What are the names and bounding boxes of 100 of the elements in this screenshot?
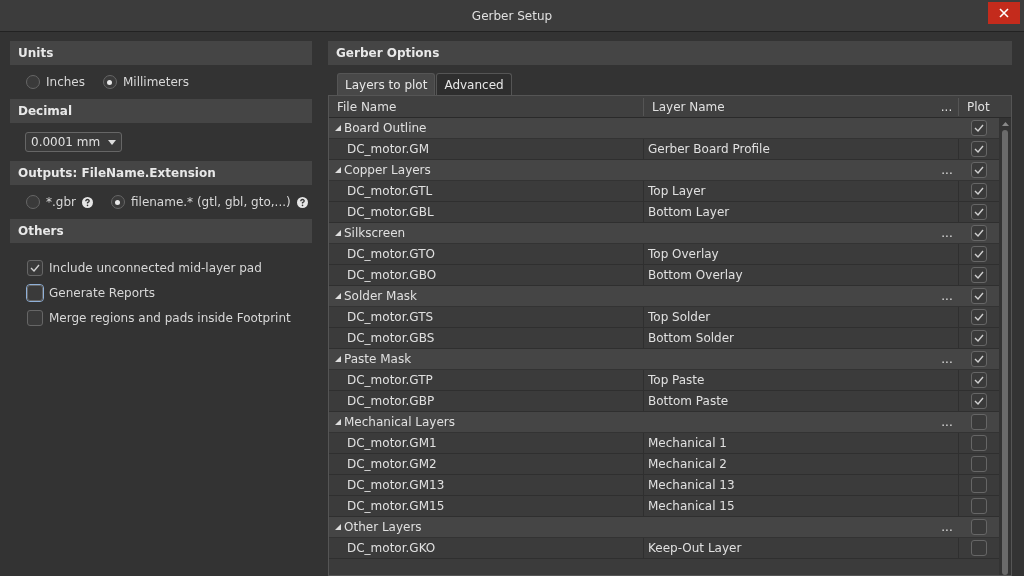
group-row[interactable]: Solder Mask ... bbox=[329, 286, 999, 307]
tab[interactable]: Layers to plot bbox=[337, 73, 436, 95]
layer-name-cell: Mechanical 13 bbox=[644, 475, 959, 495]
group-row[interactable]: Paste Mask ... bbox=[329, 349, 999, 370]
layer-name-cell: Mechanical 15 bbox=[644, 496, 959, 516]
scroll-thumb[interactable] bbox=[1002, 130, 1008, 575]
help-icon[interactable] bbox=[296, 196, 308, 208]
group-row[interactable]: Other Layers ... bbox=[329, 517, 999, 538]
group-name: Solder Mask bbox=[344, 288, 417, 305]
checkbox[interactable] bbox=[971, 309, 987, 325]
layer-name-cell: Top Layer bbox=[644, 181, 959, 201]
expand-icon[interactable] bbox=[335, 125, 341, 131]
checkbox[interactable] bbox=[27, 310, 43, 326]
group-row[interactable]: Mechanical Layers ... bbox=[329, 412, 999, 433]
checkbox[interactable] bbox=[971, 225, 987, 241]
section-header: Decimal bbox=[10, 99, 312, 123]
checkmark-icon bbox=[974, 145, 984, 153]
checkbox[interactable] bbox=[971, 267, 987, 283]
radio-button[interactable] bbox=[111, 195, 125, 209]
layer-name-cell: Bottom Layer bbox=[644, 202, 959, 222]
column-header[interactable]: Plot bbox=[959, 97, 1011, 116]
layer-name-cell: Gerber Board Profile bbox=[644, 139, 959, 159]
group-name: Mechanical Layers bbox=[344, 414, 456, 431]
radio-button[interactable] bbox=[26, 75, 40, 89]
checkbox[interactable] bbox=[27, 260, 43, 276]
group-row[interactable]: Copper Layers ... bbox=[329, 160, 999, 181]
file-name-cell: DC_motor.GBL bbox=[329, 202, 644, 222]
checkmark-icon bbox=[974, 250, 984, 258]
checkbox[interactable] bbox=[971, 246, 987, 262]
file-name-cell: DC_motor.GM2 bbox=[329, 454, 644, 474]
help-icon[interactable] bbox=[82, 196, 93, 208]
file-name-cell: DC_motor.GM1 bbox=[329, 433, 644, 453]
layer-name-cell: Top Overlay bbox=[644, 244, 959, 264]
caret-icon bbox=[108, 139, 117, 145]
checkmark-icon bbox=[974, 334, 984, 342]
checkbox[interactable] bbox=[971, 162, 987, 178]
group-row[interactable]: Board Outline bbox=[329, 118, 999, 139]
checkmark-icon bbox=[974, 355, 984, 363]
checkmark-icon bbox=[974, 397, 984, 405]
checkmark-icon bbox=[974, 271, 984, 279]
file-name-cell: DC_motor.GM bbox=[329, 139, 644, 159]
expand-icon[interactable] bbox=[335, 167, 341, 173]
radio-label: filename.* (gtl, gbl, gto,...) bbox=[131, 194, 291, 211]
file-name-cell: DC_motor.GTO bbox=[329, 244, 644, 264]
close-button[interactable] bbox=[988, 2, 1020, 24]
checkbox[interactable] bbox=[971, 183, 987, 199]
more-button[interactable]: ... bbox=[941, 520, 953, 534]
checkbox[interactable] bbox=[971, 372, 987, 388]
layer-name-cell: Bottom Solder bbox=[644, 328, 959, 348]
checkmark-icon bbox=[30, 264, 40, 272]
expand-icon[interactable] bbox=[335, 293, 341, 299]
more-button[interactable]: ... bbox=[941, 415, 953, 429]
column-header[interactable]: Layer Name bbox=[644, 97, 935, 116]
checkmark-icon bbox=[974, 166, 984, 174]
scroll-up-icon[interactable] bbox=[1001, 122, 1009, 126]
column-header[interactable]: File Name bbox=[329, 97, 644, 116]
checkbox[interactable] bbox=[971, 456, 987, 472]
expand-icon[interactable] bbox=[335, 356, 341, 362]
checkbox[interactable] bbox=[971, 414, 987, 430]
radio-button[interactable] bbox=[26, 195, 40, 209]
more-button[interactable]: ... bbox=[941, 226, 953, 240]
checkmark-icon bbox=[974, 229, 984, 237]
group-row[interactable]: Silkscreen ... bbox=[329, 223, 999, 244]
checkbox[interactable] bbox=[971, 519, 987, 535]
more-button[interactable]: ... bbox=[941, 289, 953, 303]
checkbox[interactable] bbox=[27, 285, 43, 301]
file-name-cell: DC_motor.GBP bbox=[329, 391, 644, 411]
checkbox-label: Generate Reports bbox=[49, 285, 155, 302]
checkbox[interactable] bbox=[971, 330, 987, 346]
expand-icon[interactable] bbox=[335, 524, 341, 530]
checkbox[interactable] bbox=[971, 288, 987, 304]
checkbox[interactable] bbox=[971, 435, 987, 451]
section-header: Outputs: FileName.Extension bbox=[10, 161, 312, 185]
section-header: Gerber Options bbox=[328, 41, 1012, 65]
checkbox[interactable] bbox=[971, 141, 987, 157]
more-button[interactable]: ... bbox=[941, 163, 953, 177]
tab[interactable]: Advanced bbox=[436, 73, 512, 95]
checkbox-label: Include unconnected mid-layer pad bbox=[49, 260, 262, 277]
checkbox[interactable] bbox=[971, 393, 987, 409]
layer-name-cell: Top Solder bbox=[644, 307, 959, 327]
scrollbar[interactable] bbox=[999, 118, 1011, 575]
window-title: Gerber Setup bbox=[470, 7, 554, 25]
checkmark-icon bbox=[974, 313, 984, 321]
checkbox[interactable] bbox=[971, 498, 987, 514]
checkbox-label: Merge regions and pads inside Footprint bbox=[49, 310, 291, 327]
checkbox[interactable] bbox=[971, 120, 987, 136]
checkbox[interactable] bbox=[971, 204, 987, 220]
decimal-dropdown[interactable]: 0.0001 mm bbox=[25, 132, 123, 152]
checkmark-icon bbox=[974, 124, 984, 132]
checkbox[interactable] bbox=[971, 477, 987, 493]
file-name-cell: DC_motor.GBS bbox=[329, 328, 644, 348]
column-header[interactable]: ... bbox=[935, 97, 959, 116]
checkmark-icon bbox=[974, 208, 984, 216]
more-button[interactable]: ... bbox=[941, 352, 953, 366]
checkbox[interactable] bbox=[971, 540, 987, 556]
checkbox[interactable] bbox=[971, 351, 987, 367]
radio-button[interactable] bbox=[103, 75, 117, 89]
section-header: Others bbox=[10, 219, 312, 243]
expand-icon[interactable] bbox=[335, 419, 341, 425]
expand-icon[interactable] bbox=[335, 230, 341, 236]
